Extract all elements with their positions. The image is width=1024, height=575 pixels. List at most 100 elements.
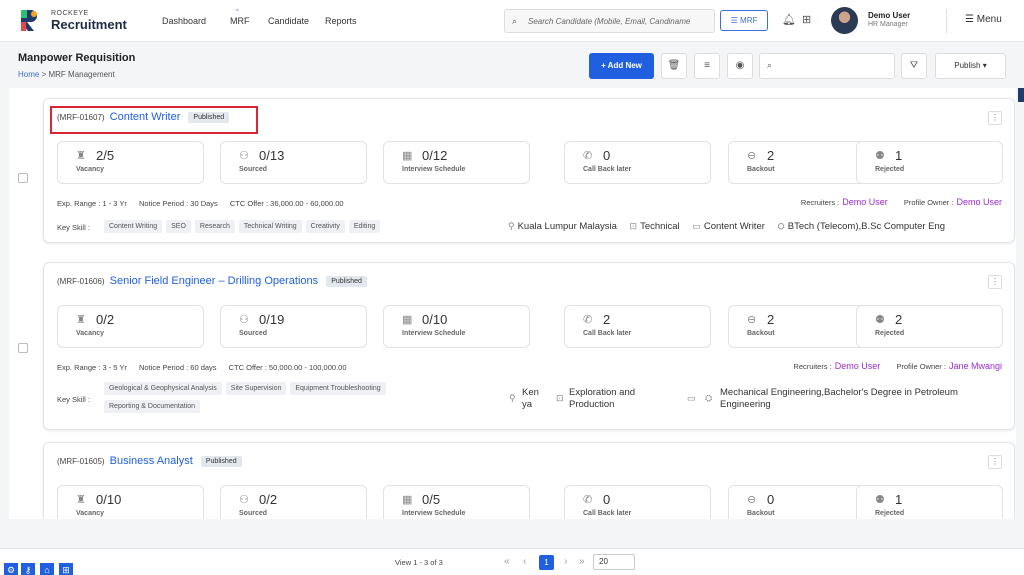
scrollbar-thumb[interactable]	[1018, 88, 1024, 102]
stat-backout[interactable]: ⊖ 0 Backout	[728, 485, 875, 519]
users-icon: ⚇	[239, 150, 249, 162]
stat-value: 2	[603, 312, 611, 327]
view-info: View 1 - 3 of 3	[395, 558, 443, 567]
card-header: (MRF-01605) Business Analyst Published	[57, 455, 242, 467]
search-input[interactable]: Search Candidate (Mobile, Email, Candina…	[528, 17, 710, 26]
nav-dashboard[interactable]: Dashboard	[162, 16, 206, 26]
bell-icon[interactable]: 🔔︎	[782, 13, 796, 26]
home-icon[interactable]: ⌂	[40, 563, 54, 575]
chair-icon: ♜	[76, 314, 86, 326]
status-badge: Published	[326, 276, 367, 287]
stat-interview[interactable]: ▦ 0/10 Interview Schedule	[383, 305, 530, 348]
stat-backout[interactable]: ⊖ 2 Backout	[728, 141, 875, 184]
row-checkbox[interactable]	[18, 343, 28, 353]
mrf-card: (MRF-01607) Content Writer Published ⋮ ♜…	[43, 98, 1015, 243]
key-icon[interactable]: ⚷	[21, 563, 35, 575]
mrf-title-link[interactable]: Senior Field Engineer – Drilling Operati…	[110, 275, 319, 287]
rockeye-logo-icon[interactable]	[19, 8, 41, 32]
eye-icon[interactable]: ◉	[727, 53, 753, 79]
page-size-select[interactable]: 20	[593, 554, 635, 570]
breadcrumb-home[interactable]: Home	[18, 70, 39, 79]
education: Mechanical Engineering,Bachelor's Degree…	[720, 387, 958, 411]
stat-backout[interactable]: ⊖ 2 Backout	[728, 305, 875, 348]
list-view-icon[interactable]: ≡	[694, 53, 720, 79]
page-title: Manpower Requisition	[18, 52, 136, 64]
delete-icon[interactable]: 🗑︎	[661, 53, 687, 79]
stat-interview[interactable]: ▦ 0/5 Interview Schedule	[383, 485, 530, 519]
stat-value: 2	[767, 148, 775, 163]
mrf-code: (MRF-01606)	[57, 277, 105, 286]
calendar-icon: ▦	[402, 494, 413, 506]
stat-value: 0/10	[96, 492, 122, 507]
stat-interview[interactable]: ▦ 0/12 Interview Schedule	[383, 141, 530, 184]
stat-sourced[interactable]: ⚇ 0/13 Sourced	[220, 141, 367, 184]
filter-icon[interactable]: ⛛	[901, 53, 927, 79]
add-new-button[interactable]: + Add New	[589, 53, 654, 79]
avatar[interactable]	[831, 7, 858, 34]
stat-rejected[interactable]: ⚉ 1 Rejected	[856, 485, 1003, 519]
recruiter-name[interactable]: Demo User	[842, 197, 888, 207]
stat-label: Interview Schedule	[402, 166, 466, 173]
current-page[interactable]: 1	[539, 555, 554, 570]
back-arrow-icon: ⊖	[747, 314, 757, 326]
stat-label: Backout	[747, 166, 775, 173]
recruiter-name[interactable]: Demo User	[835, 361, 881, 371]
card-people: Recruiters : Demo User Profile Owner : Jan…	[793, 361, 1002, 371]
grid-icon[interactable]: ⊞	[59, 563, 73, 575]
mrf-code: (MRF-01607)	[57, 113, 105, 122]
education-line: Mechanical Engineering,Bachelor's Degree…	[720, 387, 958, 398]
last-page-icon[interactable]: »	[579, 556, 585, 567]
mrf-title-link[interactable]: Content Writer	[110, 111, 181, 123]
more-options-icon[interactable]: ⋮	[988, 111, 1002, 125]
mrf-card: (MRF-01606) Senior Field Engineer – Dril…	[43, 262, 1015, 430]
user-role: HR Manager	[868, 21, 908, 28]
nav-candidate[interactable]: Candidate	[268, 16, 309, 26]
publish-dropdown[interactable]: Publish ▾	[935, 53, 1006, 79]
menu-button[interactable]: ☰ Menu	[965, 14, 1002, 25]
stat-label: Vacancy	[76, 330, 105, 337]
stat-value: 0/12	[422, 148, 448, 163]
stat-value: 1	[895, 148, 903, 163]
stat-callback[interactable]: ✆ 0 Call Back later	[564, 485, 711, 519]
skill-tag: Geological & Geophysical Analysis	[104, 382, 222, 395]
graduation-cap-icon: ⛭	[705, 393, 713, 403]
nav-mrf[interactable]: MRF	[230, 16, 250, 26]
mrf-filter-button[interactable]: ☰ MRF	[720, 10, 768, 31]
card-attributes: ⚲ Kuala Lumpur Malaysia ⊡ Technical ▭ Conte…	[508, 221, 945, 232]
stat-callback[interactable]: ✆ 0 Call Back later	[564, 141, 711, 184]
stat-sourced[interactable]: ⚇ 0/19 Sourced	[220, 305, 367, 348]
stat-vacancy[interactable]: ♜ 2/5 Vacancy	[57, 141, 204, 184]
first-page-icon[interactable]: «	[504, 556, 510, 567]
settings-icon[interactable]: ⚙	[4, 563, 18, 575]
stat-rejected[interactable]: ⚉ 1 Rejected	[856, 141, 1003, 184]
prev-page-icon[interactable]: ‹	[523, 556, 526, 567]
location-line: Ken	[522, 387, 539, 398]
stat-label: Sourced	[239, 166, 268, 173]
exp-range: Exp. Range : 1 - 3 Yr	[57, 199, 127, 208]
stat-vacancy[interactable]: ♜ 0/2 Vacancy	[57, 305, 204, 348]
profile-owner-name[interactable]: Demo User	[956, 197, 1002, 207]
breadcrumb-current: MRF Management	[48, 70, 115, 79]
mrf-title-link[interactable]: Business Analyst	[110, 455, 193, 467]
apps-grid-icon[interactable]: ⊞	[802, 13, 811, 26]
stat-rejected[interactable]: ⚉ 2 Rejected	[856, 305, 1003, 348]
stat-vacancy[interactable]: ♜ 0/10 Vacancy	[57, 485, 204, 519]
location-pin-icon: ⚲	[508, 221, 515, 231]
profile-owner-label: Profile Owner :	[896, 362, 946, 371]
mrf-card: (MRF-01605) Business Analyst Published ⋮…	[43, 442, 1015, 519]
top-navbar: ROCKEYE Recruitment Dashboard ⌄ MRF Cand…	[0, 0, 1024, 42]
breadcrumb-separator: >	[41, 70, 47, 79]
department-line: Exploration and	[569, 387, 636, 398]
row-checkbox[interactable]	[18, 173, 28, 183]
profile-owner-name[interactable]: Jane Mwangi	[949, 361, 1002, 371]
stat-callback[interactable]: ✆ 2 Call Back later	[564, 305, 711, 348]
more-options-icon[interactable]: ⋮	[988, 275, 1002, 289]
stat-sourced[interactable]: ⚇ 0/2 Sourced	[220, 485, 367, 519]
graduation-cap-icon: ⛭	[777, 221, 785, 231]
more-options-icon[interactable]: ⋮	[988, 455, 1002, 469]
nav-reports[interactable]: Reports	[325, 16, 357, 26]
list-search-input[interactable]: ⌕	[759, 53, 895, 79]
next-page-icon[interactable]: ›	[564, 556, 567, 567]
global-search[interactable]: ⌕ Search Candidate (Mobile, Email, Candi…	[504, 9, 715, 33]
user-name[interactable]: Demo User	[868, 11, 910, 20]
